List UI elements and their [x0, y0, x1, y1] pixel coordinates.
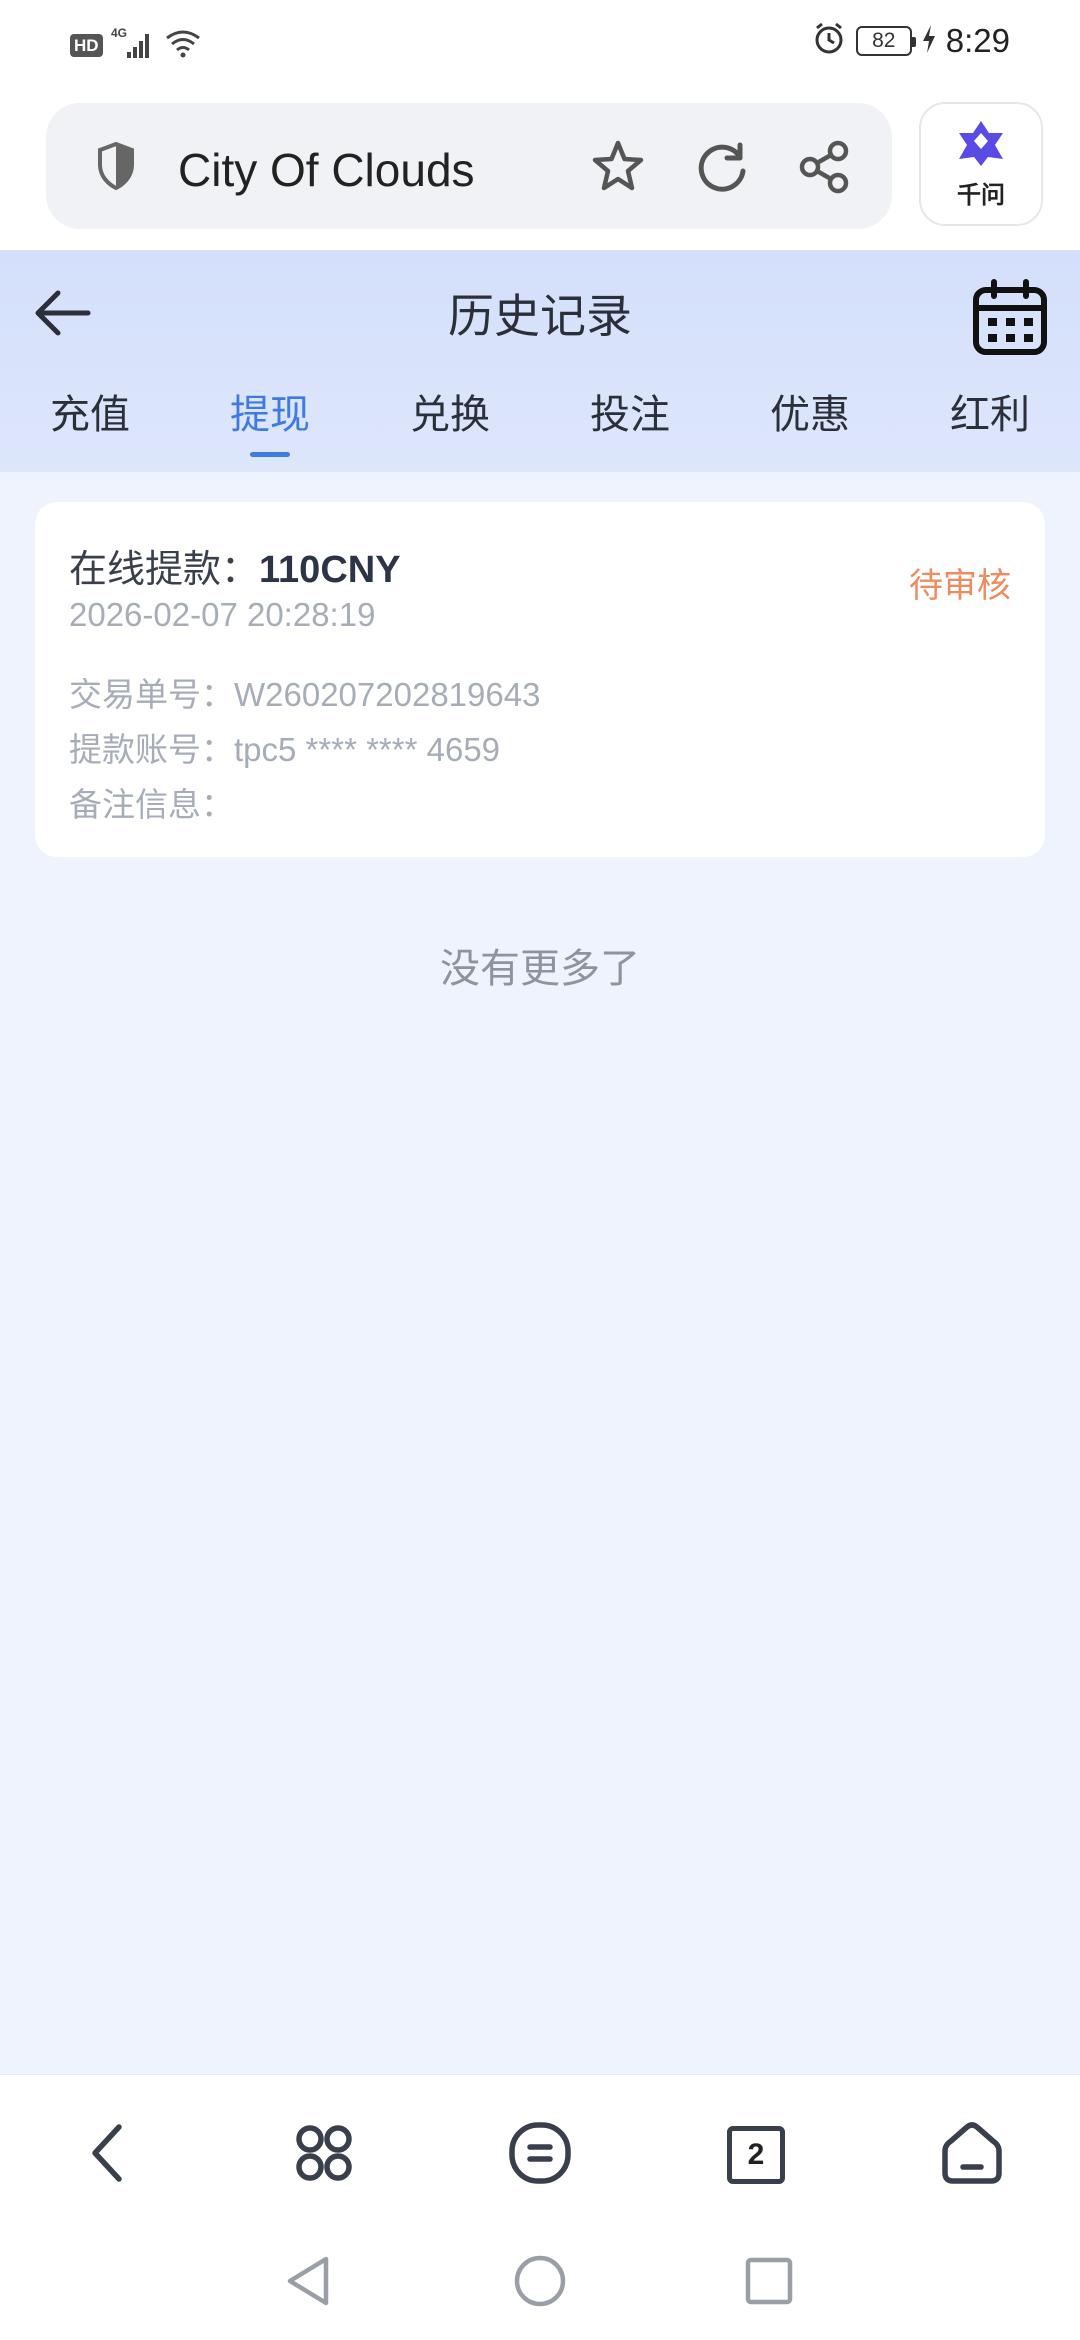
note-label: 备注信息： — [69, 785, 234, 824]
ai-assistant-icon — [955, 119, 1007, 171]
star-icon[interactable] — [588, 137, 648, 201]
back-icon — [83, 2121, 133, 2189]
menu-button[interactable] — [500, 2115, 580, 2195]
nav-recents-button[interactable] — [734, 2248, 804, 2318]
account-value: tpc5 **** **** 4659 — [234, 731, 501, 768]
wifi-icon — [163, 28, 203, 62]
nav-back-button[interactable] — [274, 2248, 344, 2318]
tabs-icon: 2 — [727, 2126, 785, 2184]
list-end-text: 没有更多了 — [440, 946, 640, 992]
status-left: HD 4G — [70, 26, 203, 64]
apps-icon — [292, 2121, 356, 2189]
ai-assistant-button[interactable]: 千问 — [919, 102, 1043, 226]
nav-back-icon — [284, 2254, 334, 2312]
status-bar: HD 4G 82 8:29 — [0, 0, 1080, 95]
svg-text:4G: 4G — [111, 26, 127, 40]
alarm-icon — [812, 22, 846, 60]
share-icon[interactable] — [794, 137, 854, 201]
tab-promotions[interactable]: 优惠 — [720, 390, 900, 472]
record-amount: 110CNY — [259, 549, 401, 591]
tab-recharge[interactable]: 充值 — [0, 390, 180, 472]
home-icon — [939, 2121, 1005, 2189]
browser-toolbar: City Of Clouds 千问 — [0, 95, 1080, 250]
status-right: 82 8:29 — [812, 22, 1010, 60]
record-datetime: 2026-02-07 20:28:19 — [69, 596, 376, 633]
account-label: 提款账号： — [69, 730, 234, 769]
menu-icon — [508, 2121, 572, 2189]
account-row: 提款账号：tpc5 **** **** 4659 — [69, 723, 500, 771]
page-title: 历史记录 — [448, 289, 632, 343]
tab-exchange[interactable]: 兑换 — [360, 390, 540, 472]
tab-betting[interactable]: 投注 — [540, 390, 720, 472]
tab-withdraw-label: 提现 — [230, 392, 310, 438]
record-title: 在线提款：110CNY — [69, 538, 401, 593]
hd-badge: HD — [70, 33, 103, 57]
shield-icon[interactable] — [96, 141, 136, 195]
apps-button[interactable] — [284, 2115, 364, 2195]
signal-icon: 4G — [111, 26, 155, 64]
calendar-icon[interactable] — [970, 278, 1050, 362]
reload-icon[interactable] — [692, 137, 752, 201]
note-row: 备注信息： — [69, 778, 234, 826]
order-number-value: W260207202819643 — [234, 676, 541, 713]
address-bar[interactable]: City Of Clouds — [46, 103, 892, 229]
ai-assistant-label: 千问 — [957, 180, 1005, 209]
browser-bottom-toolbar: 2 — [0, 2074, 1080, 2224]
tab-withdraw[interactable]: 提现 — [180, 390, 360, 472]
app-header: 历史记录 充值 提现 兑换 投注 优惠 红利 — [0, 250, 1080, 472]
withdrawal-record-card[interactable]: 在线提款：110CNY 待审核 2026-02-07 20:28:19 交易单号… — [35, 502, 1045, 857]
nav-recents-icon — [744, 2256, 794, 2310]
charging-icon — [922, 25, 936, 57]
order-number-label: 交易单号： — [69, 675, 234, 714]
nav-home-icon — [513, 2254, 567, 2312]
site-title[interactable]: City Of Clouds — [178, 143, 475, 197]
system-navigation-bar — [0, 2224, 1080, 2340]
tab-bonus[interactable]: 红利 — [900, 390, 1080, 472]
active-tab-indicator — [250, 452, 290, 457]
nav-home-button[interactable] — [505, 2248, 575, 2318]
history-tabs: 充值 提现 兑换 投注 优惠 红利 — [0, 390, 1080, 472]
record-title-label: 在线提款： — [69, 547, 260, 591]
back-button[interactable] — [68, 2115, 148, 2195]
status-badge: 待审核 — [909, 566, 1011, 606]
tabs-button[interactable]: 2 — [716, 2115, 796, 2195]
battery-icon: 82 — [855, 26, 916, 56]
clock: 8:29 — [945, 22, 1010, 59]
home-button[interactable] — [932, 2115, 1012, 2195]
order-number-row: 交易单号：W260207202819643 — [69, 668, 540, 716]
